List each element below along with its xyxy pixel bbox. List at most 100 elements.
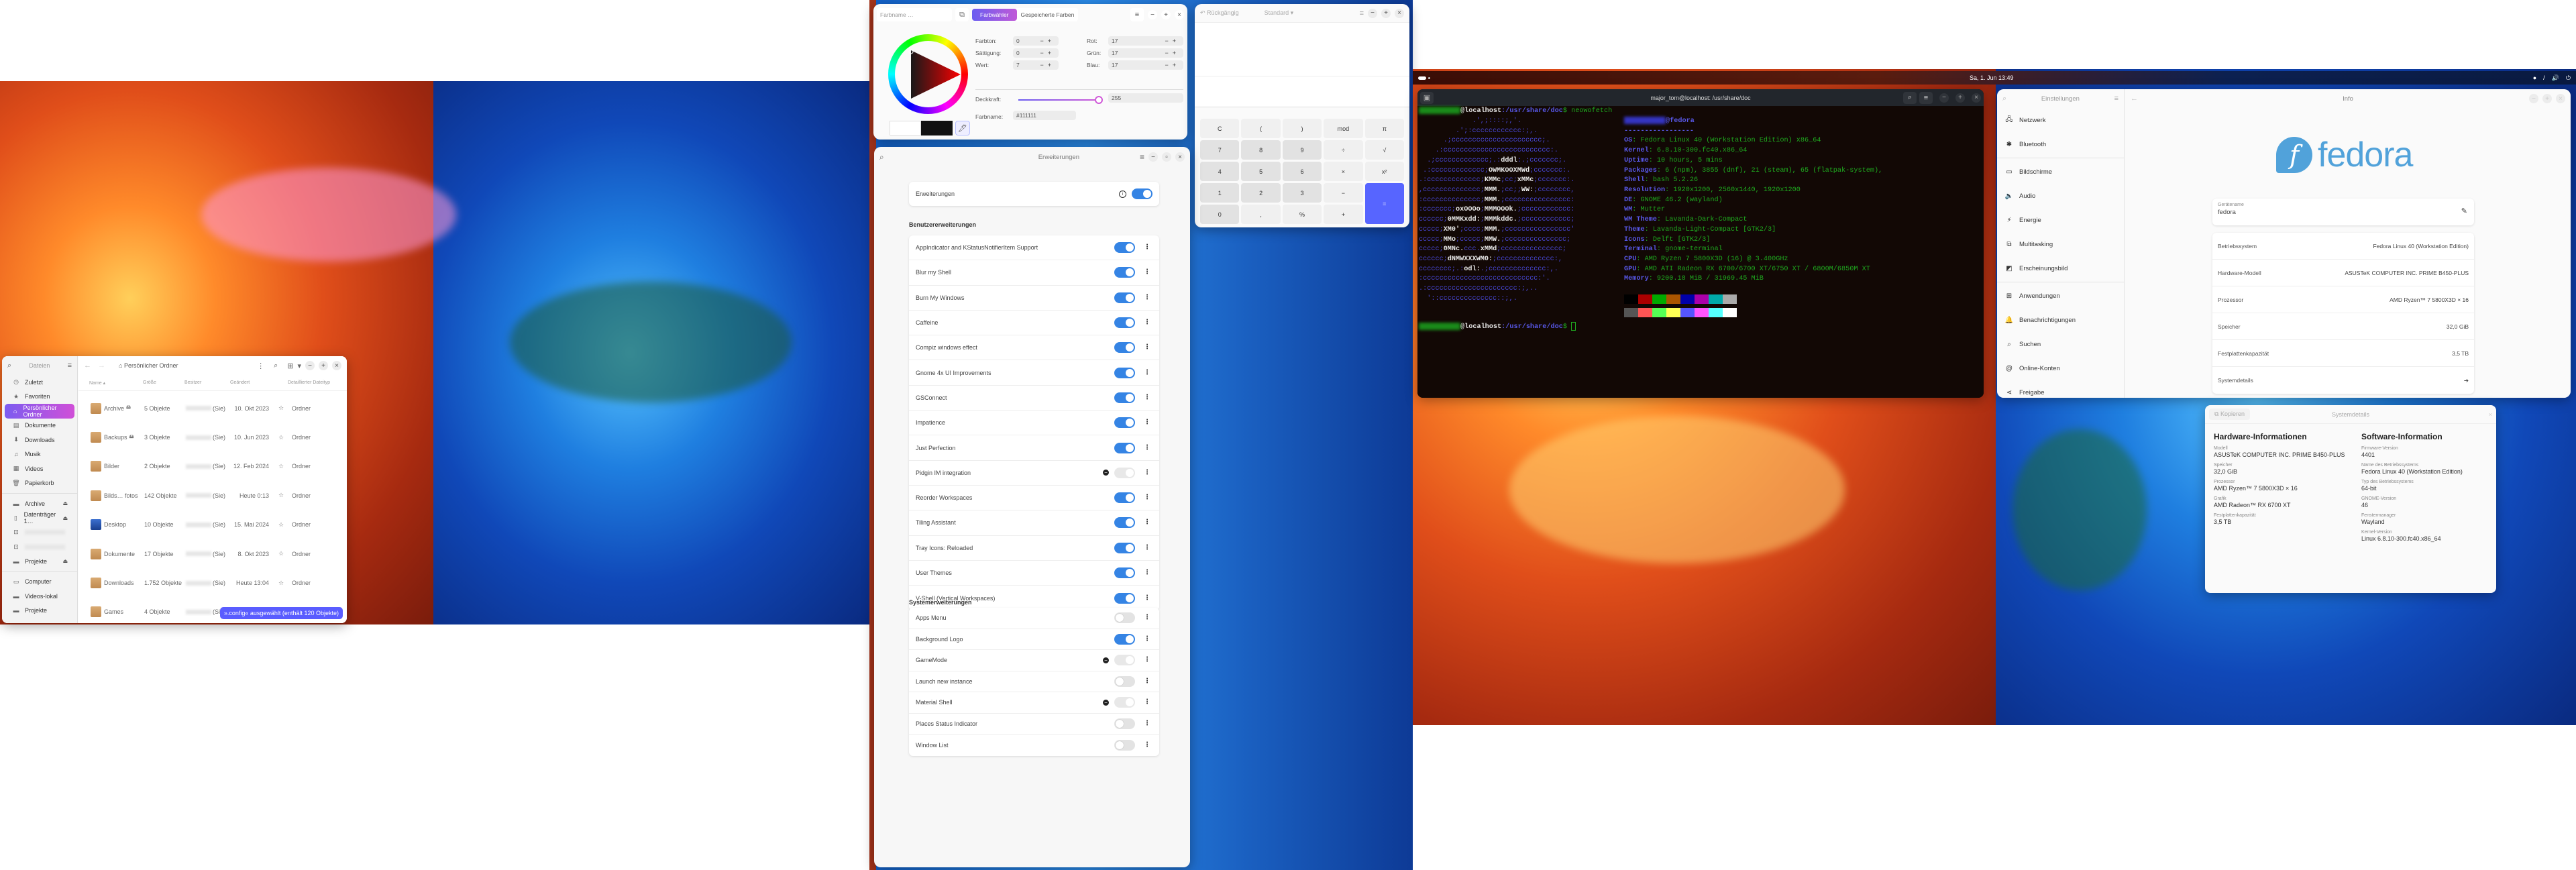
clock[interactable]: Sa, 1. Jun 13:49 [1970,74,2014,81]
kebab-menu-icon[interactable]: ⋮ [1142,319,1152,326]
extension-toggle[interactable] [1114,517,1135,529]
settings-nav-item[interactable]: 🔔 Benachrichtigungen [1997,308,2124,332]
extension-toggle[interactable] [1114,442,1135,453]
settings-nav-item[interactable]: 🔈 Audio [1997,184,2124,208]
settings-nav-item[interactable]: 🖧 Netzwerk [1997,108,2124,132]
calc-key[interactable]: , [1241,205,1281,224]
calc-key[interactable]: mod [1324,119,1363,138]
col-name[interactable]: Name ▴ [89,380,143,386]
minimize-button[interactable]: − [1148,10,1157,19]
extension-toggle[interactable] [1114,739,1135,751]
red-spinbutton[interactable]: 17 −+ [1108,36,1183,46]
kebab-menu-icon[interactable]: ⋮ [1142,720,1152,727]
kebab-menu-icon[interactable]: ⋮ [1142,657,1152,663]
value-spinbutton[interactable]: 7 −+ [1013,60,1059,70]
tab-farbwaehler[interactable]: Farbwähler [972,9,1017,21]
color-wheel[interactable] [888,34,968,114]
extension-toggle[interactable] [1114,392,1135,403]
settings-nav-item[interactable]: @ Online-Konten [1997,356,2124,380]
kebab-menu-icon[interactable]: ⋮ [1142,269,1152,276]
eyedropper-button[interactable]: 🖋 [955,121,970,135]
file-row[interactable]: Bilds… fotos 142 Objekte (Sie) Heute 0:13 ☆ O… [78,481,347,510]
kebab-menu-icon[interactable]: ⋮ [1142,544,1152,551]
kebab-menu-icon[interactable]: ⋮ [1142,344,1152,351]
kebab-menu-icon[interactable]: ⋮ [1142,394,1152,401]
settings-nav-item[interactable]: ⚡ Energie [1997,208,2124,232]
search-icon[interactable]: ⌕ [7,362,11,370]
saturation-stepper-icons[interactable]: −+ [1040,50,1055,56]
sidebar-item[interactable]: ★ Favoriten [2,390,77,404]
file-row[interactable]: Downloads 1.752 Objekte (Sie) Heute 13:04 ☆ O… [78,568,347,597]
calc-key[interactable]: 0 [1200,205,1240,224]
calc-key[interactable]: 3 [1282,183,1322,203]
close-button[interactable]: × [1175,152,1185,162]
extension-toggle[interactable] [1114,612,1135,624]
close-button[interactable]: × [2489,411,2492,418]
menu-icon[interactable]: ≡ [2114,95,2118,103]
extension-toggle[interactable] [1114,242,1135,254]
close-button[interactable]: × [1175,10,1184,19]
kebab-menu-icon[interactable]: ⋮ [1142,635,1152,643]
path-bar[interactable]: ⌂ Persönlicher Ordner [119,362,178,369]
kebab-menu-icon[interactable]: ⋮ [1142,244,1152,251]
kebab-menu-icon[interactable]: ⋮ [1142,469,1152,476]
extension-toggle[interactable] [1114,342,1135,354]
menu-icon[interactable]: ≡ [1140,152,1144,162]
calc-key[interactable]: + [1324,205,1363,224]
blue-spinbutton[interactable]: 17 −+ [1108,60,1183,70]
maximize-button[interactable]: + [1161,10,1171,19]
file-row[interactable]: Dokumente 17 Objekte (Sie) 8. Okt 2023 ☆ Ordn… [78,539,347,568]
calc-key[interactable]: C [1200,119,1240,138]
sidebar-item[interactable]: 🗑 Papierkorb [2,476,77,491]
device-name-card[interactable]: Gerätename fedora ✎ [2212,199,2474,225]
menu-icon[interactable]: ≡ [1130,8,1144,21]
calc-key[interactable]: 9 [1282,140,1322,160]
edit-icon[interactable]: ✎ [2461,207,2467,215]
star-icon[interactable]: ☆ [273,580,289,587]
sidebar-item[interactable]: ▤ Dokumente [2,419,77,433]
minimize-button[interactable]: − [305,361,315,370]
star-icon[interactable]: ☆ [273,404,289,412]
search-icon[interactable]: ⌕ [1903,91,1917,104]
hue-spinbutton[interactable]: 0 −+ [1013,36,1059,46]
maximize-button[interactable]: + [1381,8,1391,18]
paste-icon[interactable]: ⧉ [955,8,969,21]
extension-toggle[interactable] [1114,542,1135,553]
sidebar-item[interactable]: ▭ Computer [2,575,77,590]
value-stepper-icons[interactable]: −+ [1040,62,1055,68]
close-button[interactable]: × [1972,93,1981,103]
minimize-button[interactable]: − [1368,8,1377,18]
settings-nav-item[interactable]: ◩ Erscheinungsbild [1997,256,2124,280]
kebab-menu-icon[interactable]: ⋮ [1142,294,1152,301]
extension-toggle[interactable] [1114,492,1135,504]
maximize-button[interactable]: ▫ [1161,152,1171,162]
menu-icon[interactable]: ≡ [1360,9,1364,17]
colorname-field[interactable]: #111111 [1013,111,1076,120]
sidebar-item[interactable]: ▬ Projekte ⏏ [2,554,77,569]
pen-icon[interactable]: / [2543,74,2545,82]
calc-key[interactable]: × [1324,162,1363,181]
calc-input[interactable] [1195,76,1409,107]
opacity-field[interactable]: 255 [1108,93,1183,103]
extension-toggle[interactable] [1114,633,1135,645]
kebab-menu-icon[interactable]: ⋮ [1142,699,1152,706]
minimize-button[interactable]: − [1939,93,1949,103]
extension-toggle[interactable] [1114,697,1135,708]
sidebar-item[interactable]: ▯ Datenträger 1… ⏏ [2,511,77,526]
close-button[interactable]: × [332,361,341,370]
col-type[interactable]: Detaillierter Dateityp [288,380,330,385]
opacity-slider[interactable] [1018,96,1103,104]
saturation-spinbutton[interactable]: 0 −+ [1013,48,1059,58]
star-icon[interactable]: ☆ [273,521,289,529]
extension-toggle[interactable] [1114,567,1135,578]
eject-icon[interactable]: ⏏ [62,500,68,506]
settings-nav-item[interactable]: ⧉ Multitasking [1997,232,2124,256]
col-modified[interactable]: Geändert [230,380,272,385]
calc-key[interactable]: − [1324,183,1363,203]
kebab-menu-icon[interactable]: ⋮ [1142,444,1152,451]
col-size[interactable]: Größe [143,380,184,385]
copy-button[interactable]: ⧉ Kopieren [2209,409,2250,420]
kebab-icon[interactable]: ⋮ [257,362,264,370]
file-row[interactable]: Archive 🖴 5 Objekte (Sie) 10. Okt 2023 ☆ Ordne… [78,394,347,423]
extension-toggle[interactable] [1114,317,1135,329]
